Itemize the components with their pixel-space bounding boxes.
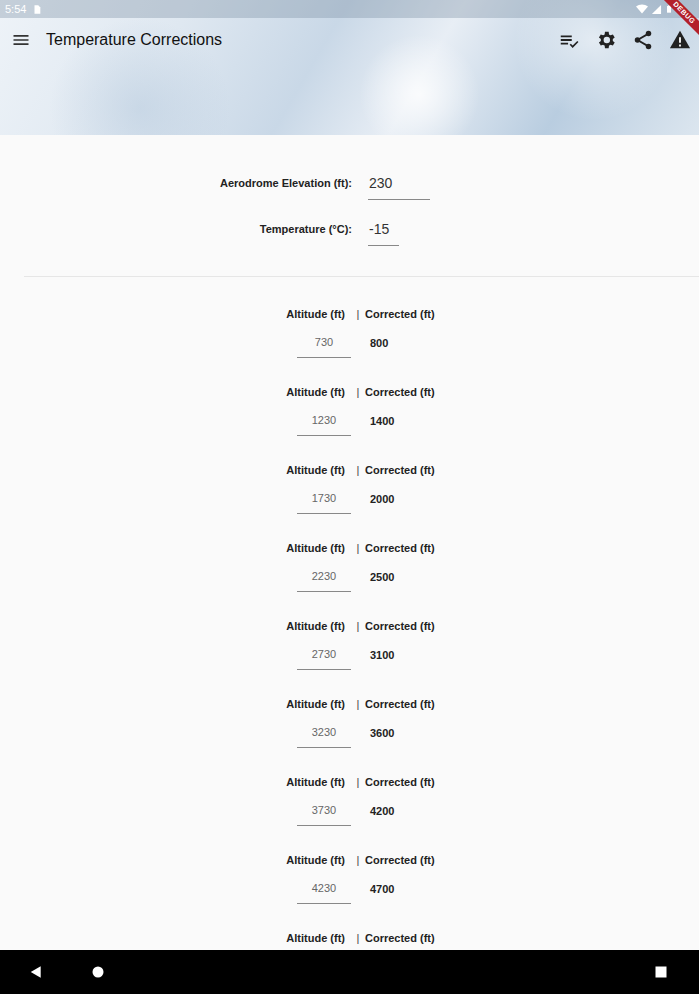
altitude-label: Altitude (ft) bbox=[0, 853, 351, 867]
input-field: Aerodrome Elevation (ft): 230 bbox=[0, 166, 699, 200]
gear-icon[interactable] bbox=[595, 29, 617, 51]
altitude-input[interactable]: 3230 bbox=[297, 718, 351, 748]
correction-row: Altitude (ft)|Corrected (ft) 2230 2500 bbox=[0, 541, 699, 592]
checklist-icon[interactable] bbox=[558, 29, 580, 51]
corrected-value: 800 bbox=[365, 337, 699, 349]
altitude-label: Altitude (ft) bbox=[0, 541, 351, 555]
altitude-input[interactable]: 2230 bbox=[297, 562, 351, 592]
corrected-label: Corrected (ft) bbox=[365, 775, 699, 789]
altitude-input[interactable]: 4230 bbox=[297, 874, 351, 904]
correction-row: Altitude (ft)|Corrected (ft) bbox=[0, 931, 699, 945]
altitude-input[interactable]: 730 bbox=[297, 328, 351, 358]
back-icon[interactable] bbox=[29, 965, 43, 979]
corrected-value: 3100 bbox=[365, 649, 699, 661]
status-time: 5:54 bbox=[5, 3, 26, 15]
separator: | bbox=[351, 697, 365, 711]
corrected-value: 2000 bbox=[365, 493, 699, 505]
corrected-label: Corrected (ft) bbox=[365, 853, 699, 867]
field-label: Temperature (°C): bbox=[0, 223, 352, 235]
field-input[interactable]: 230 bbox=[368, 166, 430, 200]
correction-row: Altitude (ft)|Corrected (ft) 4230 4700 bbox=[0, 853, 699, 904]
corrected-value: 4200 bbox=[365, 805, 699, 817]
toolbar-actions bbox=[558, 29, 691, 51]
corrected-value: 2500 bbox=[365, 571, 699, 583]
page-title: Temperature Corrections bbox=[46, 31, 222, 49]
separator: | bbox=[351, 619, 365, 633]
corrected-label: Corrected (ft) bbox=[365, 697, 699, 711]
app-bar: 5:54Temperature CorrectionsDEBUG bbox=[0, 0, 699, 135]
correction-row: Altitude (ft)|Corrected (ft) 2730 3100 bbox=[0, 619, 699, 670]
share-icon[interactable] bbox=[632, 29, 654, 51]
toolbar: Temperature Corrections bbox=[0, 18, 699, 62]
altitude-input[interactable]: 1230 bbox=[297, 406, 351, 436]
corrected-label: Corrected (ft) bbox=[365, 307, 699, 321]
corrected-label: Corrected (ft) bbox=[365, 385, 699, 399]
home-icon[interactable] bbox=[92, 966, 104, 978]
navigation-bar bbox=[0, 950, 699, 994]
header-image bbox=[0, 0, 699, 135]
corrected-value: 4700 bbox=[365, 883, 699, 895]
correction-row: Altitude (ft)|Corrected (ft) 730 800 bbox=[0, 307, 699, 358]
recents-icon[interactable] bbox=[655, 966, 667, 978]
status-bar: 5:54 bbox=[0, 0, 699, 18]
divider bbox=[24, 276, 699, 277]
correction-row: Altitude (ft)|Corrected (ft) 1730 2000 bbox=[0, 463, 699, 514]
wifi-icon bbox=[636, 3, 648, 15]
separator: | bbox=[351, 463, 365, 477]
menu-icon[interactable] bbox=[11, 30, 31, 50]
separator: | bbox=[351, 385, 365, 399]
altitude-label: Altitude (ft) bbox=[0, 697, 351, 711]
correction-row: Altitude (ft)|Corrected (ft) 3730 4200 bbox=[0, 775, 699, 826]
corrected-label: Corrected (ft) bbox=[365, 931, 699, 945]
corrected-label: Corrected (ft) bbox=[365, 619, 699, 633]
altitude-input[interactable]: 2730 bbox=[297, 640, 351, 670]
altitude-label: Altitude (ft) bbox=[0, 463, 351, 477]
signal-icon bbox=[651, 4, 662, 15]
separator: | bbox=[351, 931, 365, 945]
altitude-label: Altitude (ft) bbox=[0, 307, 351, 321]
corrections-list: Altitude (ft)|Corrected (ft)730800Altitu… bbox=[0, 307, 699, 945]
altitude-input[interactable]: 3730 bbox=[297, 796, 351, 826]
altitude-input[interactable]: 1730 bbox=[297, 484, 351, 514]
separator: | bbox=[351, 853, 365, 867]
correction-row: Altitude (ft)|Corrected (ft) 1230 1400 bbox=[0, 385, 699, 436]
corrected-label: Corrected (ft) bbox=[365, 463, 699, 477]
separator: | bbox=[351, 775, 365, 789]
status-icons bbox=[636, 3, 673, 15]
separator: | bbox=[351, 541, 365, 555]
corrected-label: Corrected (ft) bbox=[365, 541, 699, 555]
correction-row: Altitude (ft)|Corrected (ft) 3230 3600 bbox=[0, 697, 699, 748]
sd-card-icon bbox=[32, 4, 42, 15]
corrected-value: 3600 bbox=[365, 727, 699, 739]
content: Aerodrome Elevation (ft): 230 Temperature … bbox=[0, 135, 699, 950]
altitude-label: Altitude (ft) bbox=[0, 385, 351, 399]
field-input[interactable]: -15 bbox=[368, 212, 399, 246]
corrected-value: 1400 bbox=[365, 415, 699, 427]
altitude-label: Altitude (ft) bbox=[0, 619, 351, 633]
input-field: Temperature (°C): -15 bbox=[0, 212, 699, 246]
field-label: Aerodrome Elevation (ft): bbox=[0, 177, 352, 189]
warning-icon[interactable] bbox=[669, 29, 691, 51]
altitude-label: Altitude (ft) bbox=[0, 931, 351, 945]
altitude-label: Altitude (ft) bbox=[0, 775, 351, 789]
input-fields: Aerodrome Elevation (ft): 230 Temperature … bbox=[0, 166, 699, 246]
separator: | bbox=[351, 307, 365, 321]
